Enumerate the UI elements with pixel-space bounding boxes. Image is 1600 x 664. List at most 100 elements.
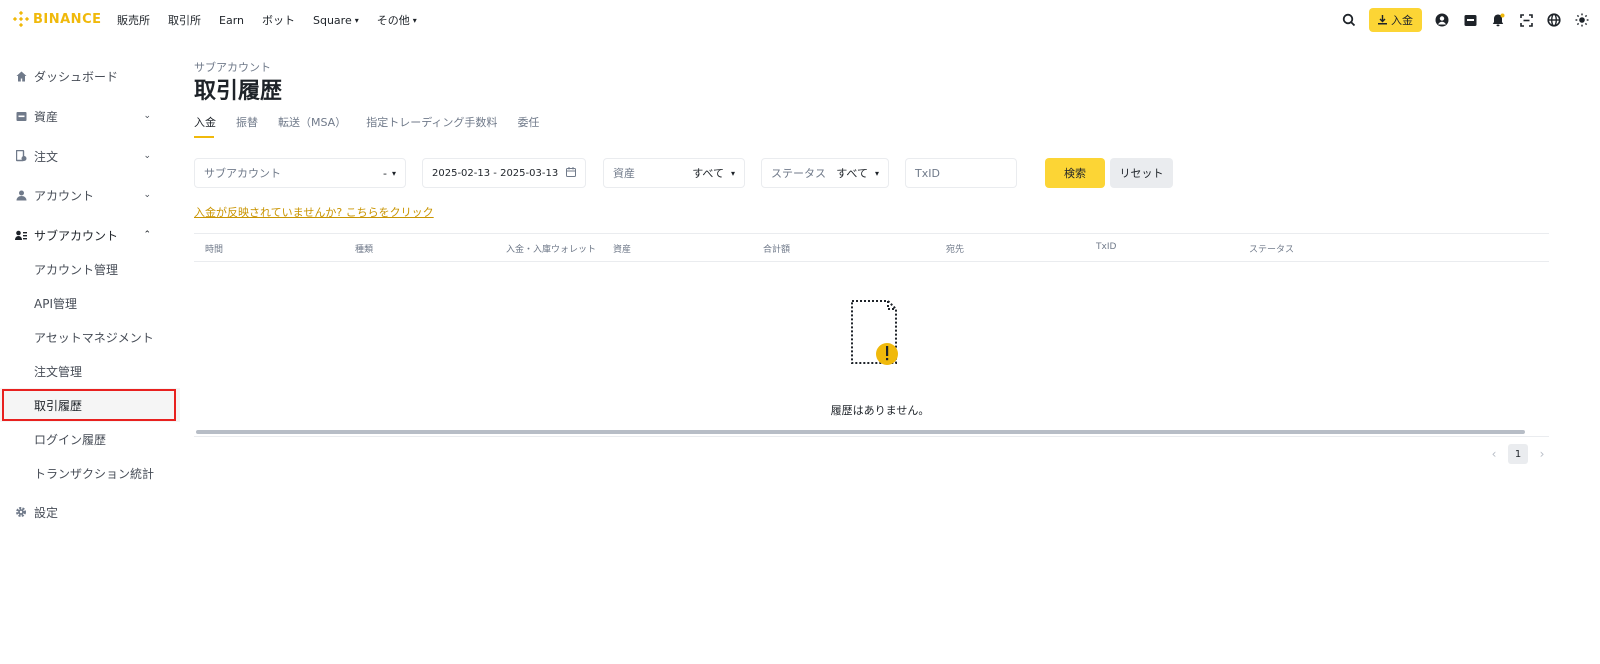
top-header: BINANCE 販売所 取引所 Earn ボット Square ▾ その他 ▾ 入金 [0,0,1600,40]
wallet-icon [15,110,27,122]
sidebar-subitem-label: アセットマネジメント [34,330,154,345]
sidebar-subitem-transaction-stats[interactable]: トランザクション統計 [0,456,180,490]
sidebar-item-subaccount[interactable]: サブアカウント ⌃ [0,218,165,252]
sidebar-subitem-label: トランザクション統計 [34,466,155,481]
header-actions: 入金 [1335,8,1600,32]
nav-item-more[interactable]: その他 ▾ [377,12,417,28]
subaccount-placeholder: サブアカウント [204,167,281,180]
qr-scan-icon[interactable] [1512,8,1540,32]
globe-icon[interactable] [1540,8,1568,32]
nav-item-bot[interactable]: ボット [262,12,295,28]
nav-label: 販売所 [117,14,150,27]
nav-item-torihikisho[interactable]: 取引所 [168,12,201,28]
search-icon[interactable] [1335,8,1363,32]
deposit-not-credited-link[interactable]: 入金が反映されていませんか? こちらをクリック [194,204,434,220]
next-page-icon[interactable]: › [1536,447,1548,461]
pagination: ‹ 1 › [1488,444,1548,464]
chevron-down-icon: ⌄ [143,190,151,200]
asset-value: すべて [692,167,724,180]
table-horizontal-scrollbar[interactable] [196,430,1525,434]
theme-icon[interactable] [1568,8,1596,32]
sidebar-subitem-api-management[interactable]: API管理 [0,286,180,320]
tab-deposit[interactable]: 入金 [194,114,216,138]
caret-down-icon: ▾ [391,168,396,178]
logo-text: BINANCE [33,11,102,27]
user-icon [15,189,27,201]
sidebar-subitem-asset-management[interactable]: アセットマネジメント [0,320,180,354]
binance-logo-icon [13,11,29,27]
column-header-wallet: 入金・入庫ウォレット [506,245,597,255]
sidebar-subitem-account-management[interactable]: アカウント管理 [0,252,180,286]
sidebar-item-orders[interactable]: 注文 ⌄ [0,139,165,173]
nav-label: ボット [262,14,295,27]
bell-icon[interactable] [1484,8,1512,32]
sidebar-item-dashboard[interactable]: ダッシュボード [0,59,165,93]
column-header-status: ステータス [1249,245,1295,255]
wallet-icon[interactable] [1456,8,1484,32]
download-icon [1378,15,1387,25]
order-icon [15,150,27,162]
sidebar-item-settings[interactable]: 設定 [0,495,165,529]
sidebar-subitem-label: ログイン履歴 [34,432,107,447]
chevron-down-icon: ▾ [412,15,417,25]
column-header-amount: 合計額 [763,245,791,255]
sidebar-subitem-label: 注文管理 [34,364,83,379]
nav-item-earn[interactable]: Earn [219,12,244,28]
column-header-type: 種類 [355,245,374,255]
tab-trading-fee[interactable]: 指定トレーディング手数料 [366,114,497,138]
sidebar-item-label: サブアカウント [34,228,119,243]
deposit-button[interactable]: 入金 [1369,8,1422,32]
column-header-asset: 資産 [613,245,632,255]
asset-select[interactable]: 資産 すべて ▾ [603,158,745,188]
chevron-down-icon: ▾ [354,15,359,25]
sidebar-item-label: 設定 [34,505,59,520]
date-range-picker[interactable]: 2025-02-13 - 2025-03-13 [422,158,586,188]
sidebar-item-label: 注文 [34,149,59,164]
empty-state-text: 履歴はありません。 [830,404,930,417]
prev-page-icon[interactable]: ‹ [1488,447,1500,461]
calendar-icon [566,166,576,180]
sidebar-subitem-label: アカウント管理 [34,262,119,277]
history-tabs: 入金 振替 転送（MSA） 指定トレーディング手数料 委任 [194,114,559,138]
column-header-txid: TxID [1096,242,1117,252]
reset-button[interactable]: リセット [1110,158,1173,188]
caret-down-icon: ▾ [874,168,879,178]
search-button[interactable]: 検索 [1045,158,1105,188]
page-title: 取引履歴 [194,79,283,104]
nav-item-hanbaisho[interactable]: 販売所 [117,12,150,28]
deposit-label: 入金 [1391,14,1413,27]
sidebar-item-label: ダッシュボード [34,69,119,84]
nav-label: Earn [219,13,244,27]
column-header-time: 時間 [205,245,224,255]
txid-input[interactable]: TxID [905,158,1017,188]
tab-delegation[interactable]: 委任 [517,114,539,138]
table-header: 時間 種類 入金・入庫ウォレット 資産 合計額 宛先 TxID ステータス [194,233,1549,262]
empty-document-icon [848,298,902,368]
nav-item-square[interactable]: Square ▾ [313,12,359,28]
sidebar-subitem-login-history[interactable]: ログイン履歴 [0,422,180,456]
tab-msa-transfer[interactable]: 転送（MSA） [278,114,346,138]
txid-placeholder: TxID [915,166,940,180]
sidebar-subitem-label: API管理 [34,296,77,311]
page-number-current[interactable]: 1 [1508,444,1528,464]
binance-logo[interactable]: BINANCE [13,11,102,27]
tab-transfer[interactable]: 振替 [236,114,258,138]
sidebar-item-label: 資産 [34,109,59,124]
column-header-destination: 宛先 [946,245,965,255]
chevron-up-icon: ⌃ [143,230,151,240]
status-select[interactable]: ステータス すべて ▾ [761,158,889,188]
sidebar-item-label: アカウント [34,188,95,203]
nav-label: その他 [376,14,410,27]
sidebar-subitem-order-management[interactable]: 注文管理 [0,354,180,388]
user-icon[interactable] [1428,8,1456,32]
chevron-down-icon: ⌄ [143,111,151,121]
sidebar-item-account[interactable]: アカウント ⌄ [0,178,165,212]
subaccount-value: - [383,166,387,180]
subaccount-select[interactable]: サブアカウント - ▾ [194,158,406,188]
nav-label: 取引所 [168,14,201,27]
sidebar-item-assets[interactable]: 資産 ⌄ [0,99,165,133]
asset-label: 資産 [613,167,635,180]
status-label: ステータス [771,167,826,180]
caret-down-icon: ▾ [730,168,735,178]
status-value: すべて [836,167,868,180]
